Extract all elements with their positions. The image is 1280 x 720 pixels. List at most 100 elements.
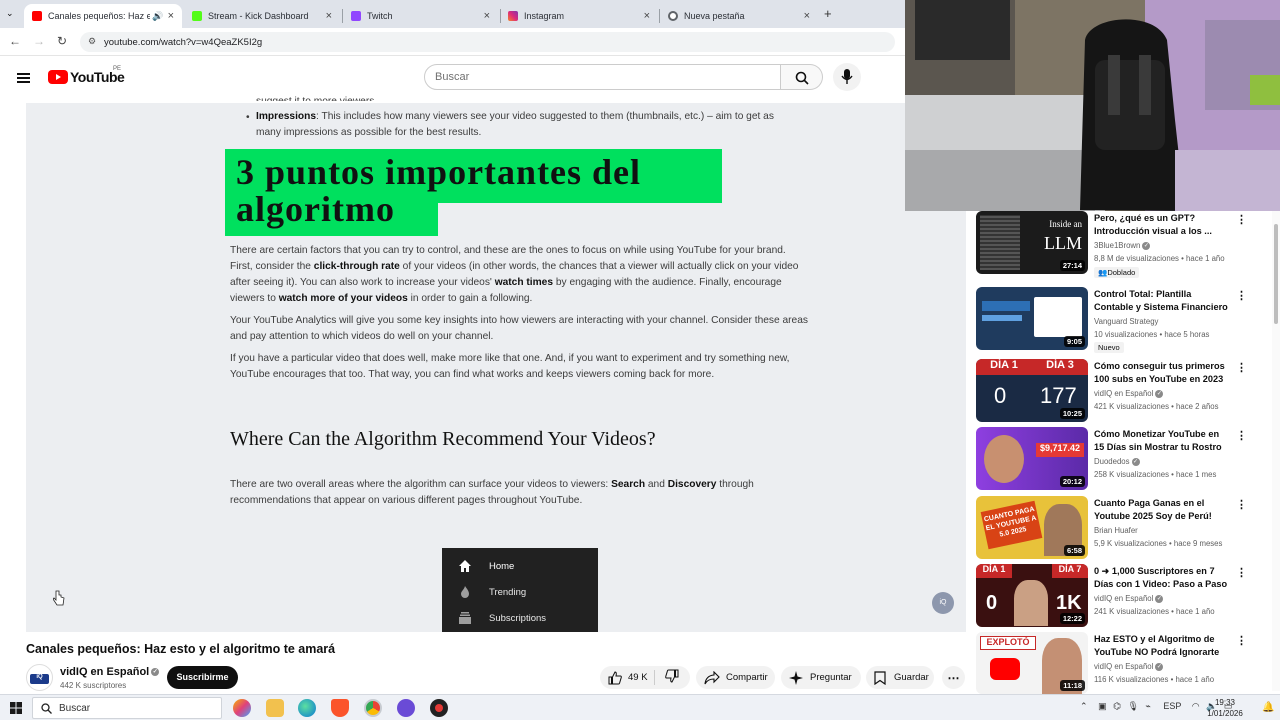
tray-app-icon[interactable]: ▣ xyxy=(1098,701,1107,711)
like-button[interactable]: 49 K xyxy=(600,670,655,685)
video-thumbnail[interactable]: CUANTO PAGA EL YOUTUBE A 5.0 2025 6:58 xyxy=(976,496,1088,559)
video-paragraph-3: If you have a particular video that does… xyxy=(230,353,790,380)
tab-twitch[interactable]: Twitch × xyxy=(343,4,498,28)
recommendation-channel[interactable]: vidIQ en Español ✓ xyxy=(1094,389,1164,398)
bookmark-icon xyxy=(874,670,886,685)
forward-arrow-icon[interactable]: → xyxy=(33,34,45,48)
close-tab-icon[interactable]: × xyxy=(168,10,174,22)
more-vertical-icon[interactable]: ⋮ xyxy=(1236,213,1247,226)
video-thumbnail[interactable]: EXPLOTÓ 11:18 xyxy=(976,632,1088,694)
recording-app-icon[interactable] xyxy=(430,699,448,717)
notifications-bell-icon[interactable]: 🔔 xyxy=(1262,702,1274,713)
file-explorer-icon[interactable] xyxy=(266,699,284,717)
video-paragraph-4: There are two overall areas where the al… xyxy=(230,479,754,506)
video-paragraph-2: Your YouTube Analytics will give you som… xyxy=(230,315,808,342)
thumbnail-count-0: 0 xyxy=(986,592,998,614)
recommendation-title[interactable]: Pero, ¿qué es un GPT? Introducción visua… xyxy=(1094,212,1229,238)
tab-youtube[interactable]: Canales pequeños: Haz esto 🔊 × xyxy=(24,4,182,28)
search-button[interactable] xyxy=(781,64,823,90)
voice-search-button[interactable] xyxy=(833,63,861,91)
thumbnail-day1: DÍA 1 xyxy=(976,359,1032,375)
microphone-icon[interactable]: 🎙 xyxy=(1127,701,1138,711)
more-actions-button[interactable]: ⋯ xyxy=(942,666,965,689)
copilot-icon[interactable] xyxy=(233,699,251,717)
youtube-play-logo-icon xyxy=(48,70,68,84)
site-settings-icon[interactable]: ⚙ xyxy=(88,36,96,47)
network-icon[interactable]: ⌬ xyxy=(1113,701,1121,711)
search-icon xyxy=(795,71,809,85)
more-vertical-icon[interactable]: ⋮ xyxy=(1236,289,1247,302)
vidiq-badge[interactable]: iQ xyxy=(932,592,954,614)
close-tab-icon[interactable]: × xyxy=(326,10,332,22)
reload-icon[interactable]: ↻ xyxy=(57,34,67,48)
close-tab-icon[interactable]: × xyxy=(644,10,650,22)
taskbar-clock[interactable]: 19:33 1/01/2026 xyxy=(1202,697,1248,719)
recommendation-item[interactable]: CUANTO PAGA EL YOUTUBE A 5.0 2025 6:58 C… xyxy=(976,496,1272,560)
more-vertical-icon[interactable]: ⋮ xyxy=(1236,498,1247,511)
recommendation-channel[interactable]: vidIQ en Español ✓ xyxy=(1094,662,1164,671)
recommendation-item[interactable]: $9,717.42 20:12 Cómo Monetizar YouTube e… xyxy=(976,427,1272,491)
taskbar-search-input[interactable]: Buscar xyxy=(32,697,222,719)
brave-icon[interactable] xyxy=(331,699,349,717)
tab-kick[interactable]: Stream - Kick Dashboard × xyxy=(184,4,340,28)
recommendation-channel[interactable]: Duodedos ✓ xyxy=(1094,457,1140,466)
wifi-icon[interactable]: ◠ xyxy=(1192,701,1200,711)
recommendation-title[interactable]: Cómo Monetizar YouTube en 15 Días sin Mo… xyxy=(1094,428,1229,454)
edge-icon[interactable] xyxy=(298,699,316,717)
tab-instagram[interactable]: Instagram × xyxy=(500,4,658,28)
recommendation-channel[interactable]: Vanguard Strategy xyxy=(1094,317,1158,326)
scrollbar-thumb[interactable] xyxy=(1274,224,1278,324)
close-tab-icon[interactable]: × xyxy=(804,10,810,22)
tab-list-chevron-icon[interactable]: ⌄ xyxy=(6,8,14,19)
dubbed-badge: 👥Doblado xyxy=(1094,267,1140,278)
thumbnail-text-inside: Inside an xyxy=(1049,219,1082,229)
channel-avatar[interactable]: iQ xyxy=(26,664,53,691)
video-thumbnail[interactable]: DÍA 1 DÍA 7 0 1K 12:22 xyxy=(976,564,1088,627)
back-arrow-icon[interactable]: ← xyxy=(9,34,21,48)
recommendation-title[interactable]: Haz ESTO y el Algoritmo de YouTube NO Po… xyxy=(1094,633,1229,659)
recommendation-channel[interactable]: 3Blue1Brown ✓ xyxy=(1094,241,1151,250)
recommendation-channel[interactable]: Brian Huafer xyxy=(1094,526,1138,535)
ask-button[interactable]: Preguntar xyxy=(781,666,861,689)
more-vertical-icon[interactable]: ⋮ xyxy=(1236,634,1247,647)
video-text-fragment: suggest it to more viewers. xyxy=(256,94,377,101)
video-thumbnail[interactable]: 9:05 xyxy=(976,287,1088,350)
video-thumbnail[interactable]: $9,717.42 20:12 xyxy=(976,427,1088,490)
video-thumbnail[interactable]: DÍA 1 DÍA 3 0 177 10:25 xyxy=(976,359,1088,422)
recommendation-title[interactable]: Control Total: Plantilla Contable y Sist… xyxy=(1094,288,1229,315)
chrome-icon[interactable] xyxy=(364,699,382,717)
recommendation-title[interactable]: Cuanto Paga Ganas en el Youtube 2025 Soy… xyxy=(1094,497,1229,523)
windows-taskbar: Buscar ⌃ ▣ ⌬ 🎙 ⌁ ESP ◠ 🔈 ▭ 19:33 1/01/20… xyxy=(0,694,1280,720)
kick-favicon-icon xyxy=(192,11,202,21)
usb-icon[interactable]: ⌁ xyxy=(1145,701,1150,711)
recommendation-channel[interactable]: vidIQ en Español ✓ xyxy=(1094,594,1164,603)
country-code: PE xyxy=(113,66,122,72)
recommendation-item[interactable]: Inside an LLM 27:14 Pero, ¿qué es un GPT… xyxy=(976,211,1272,278)
url-field[interactable]: ⚙ youtube.com/watch?v=w4QeaZK5I2g xyxy=(80,32,895,52)
subscribe-button[interactable]: Suscribirme xyxy=(167,666,238,689)
search-input[interactable]: Buscar xyxy=(424,64,781,90)
dislike-button[interactable] xyxy=(655,669,679,686)
channel-name[interactable]: vidIQ en Español ✓ xyxy=(60,666,160,678)
browser-tab-strip: ⌄ Canales pequeños: Haz esto 🔊 × Stream … xyxy=(0,0,905,28)
save-button[interactable]: Guardar xyxy=(866,666,934,689)
language-indicator[interactable]: ESP xyxy=(1163,701,1181,711)
tab-new[interactable]: Nueva pestaña × xyxy=(660,4,818,28)
more-vertical-icon[interactable]: ⋮ xyxy=(1236,566,1247,579)
more-vertical-icon[interactable]: ⋮ xyxy=(1236,429,1247,442)
recommendation-title[interactable]: 0 ➜ 1,000 Suscriptores en 7 Días con 1 V… xyxy=(1094,565,1229,591)
chevron-up-icon[interactable]: ⌃ xyxy=(1080,701,1088,711)
recommendation-item[interactable]: DÍA 1 DÍA 3 0 177 10:25 Cómo conseguir t… xyxy=(976,359,1272,423)
new-tab-plus-icon[interactable]: + xyxy=(824,6,832,21)
recommendation-item[interactable]: DÍA 1 DÍA 7 0 1K 12:22 0 ➜ 1,000 Suscrip… xyxy=(976,564,1272,628)
recommendation-item[interactable]: 9:05 Control Total: Plantilla Contable y… xyxy=(976,287,1272,353)
recommendation-item[interactable]: EXPLOTÓ 11:18 Haz ESTO y el Algoritmo de… xyxy=(976,632,1272,694)
obs-like-app-icon[interactable] xyxy=(397,699,415,717)
windows-start-icon[interactable] xyxy=(10,702,22,714)
menu-hamburger-icon[interactable] xyxy=(17,71,30,85)
close-tab-icon[interactable]: × xyxy=(484,10,490,22)
video-thumbnail[interactable]: Inside an LLM 27:14 xyxy=(976,211,1088,274)
more-vertical-icon[interactable]: ⋮ xyxy=(1236,361,1247,374)
recommendation-title[interactable]: Cómo conseguir tus primeros 100 subs en … xyxy=(1094,360,1229,386)
share-button[interactable]: Compartir xyxy=(696,666,775,689)
